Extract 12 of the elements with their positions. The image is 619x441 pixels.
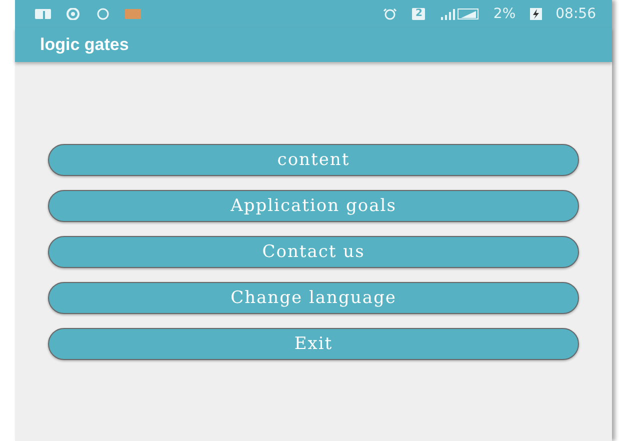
menu-button[interactable]: Exit bbox=[48, 328, 579, 360]
battery-percent: 2% bbox=[493, 6, 516, 22]
menu-button[interactable]: Application goals bbox=[48, 190, 579, 222]
alarm-icon bbox=[382, 8, 398, 20]
signal-icon bbox=[439, 8, 480, 20]
clock: 08:56 bbox=[556, 6, 596, 22]
battery-charging-icon bbox=[530, 8, 542, 20]
sim-badge: 2 bbox=[412, 8, 426, 20]
menu-button[interactable]: Contact us bbox=[48, 236, 579, 268]
menu-button[interactable]: content bbox=[48, 144, 579, 176]
app-title: logic gates bbox=[40, 35, 129, 55]
menu-button[interactable]: Change language bbox=[48, 282, 579, 314]
